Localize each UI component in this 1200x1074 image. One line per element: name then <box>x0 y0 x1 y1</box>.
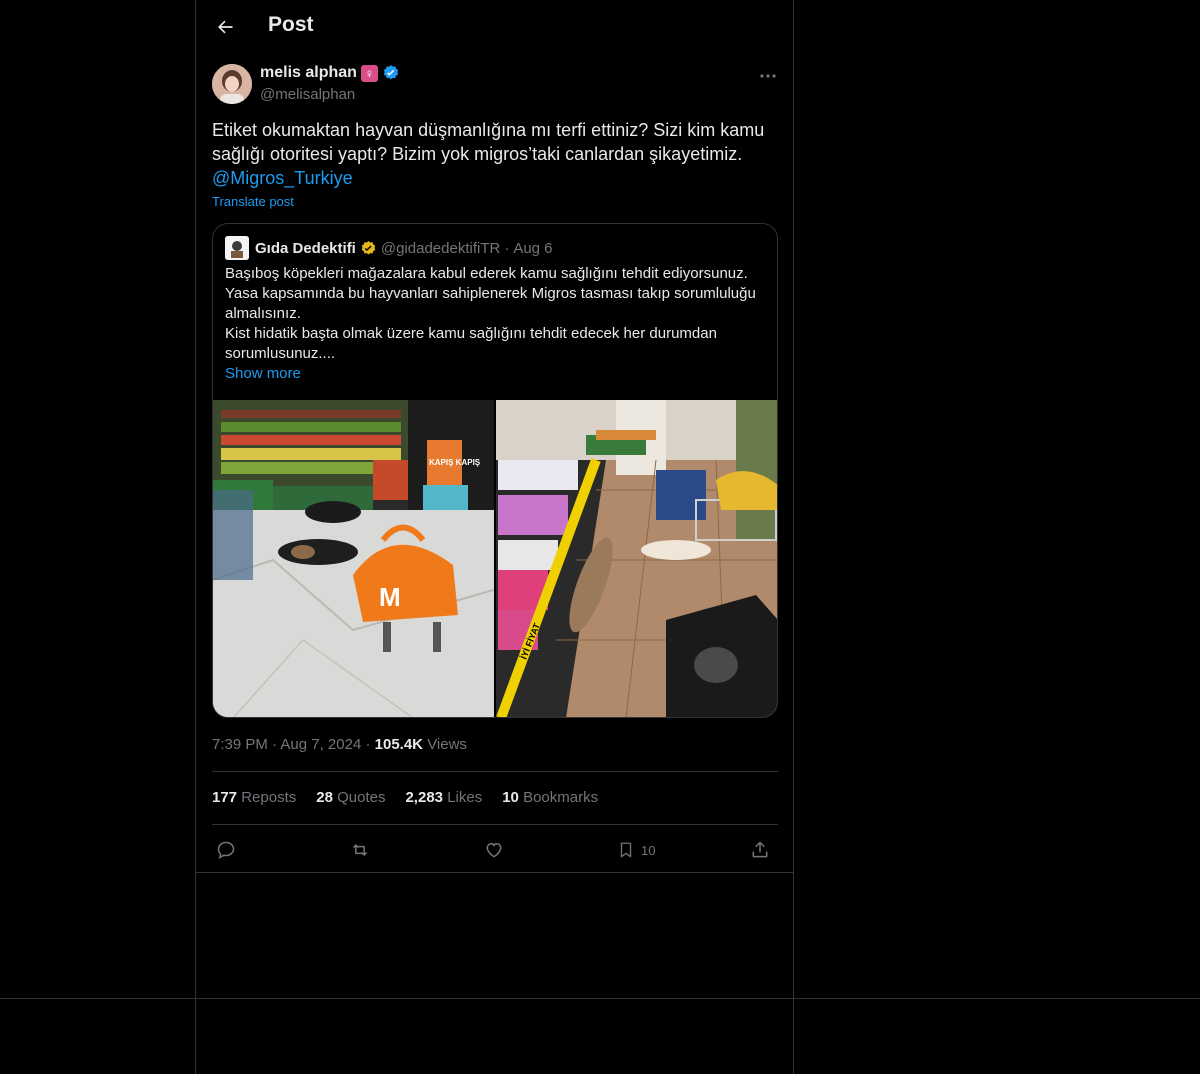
author-handle[interactable]: @melisalphan <box>260 86 355 103</box>
bookmark-icon <box>620 842 632 858</box>
quoted-header: Gıda Dedektifi @gidadedektifiTR · Aug 6 <box>225 236 553 260</box>
divider <box>212 824 778 825</box>
post-time[interactable]: 7:39 PM <box>212 736 268 753</box>
views-label: Views <box>427 736 467 753</box>
action-bar: 10 <box>212 836 778 864</box>
post-meta: 7:39 PM · Aug 7, 2024 · 105.4K Views <box>212 736 467 753</box>
like-button[interactable] <box>484 836 504 864</box>
likes-stat[interactable]: 2,283 Likes <box>405 789 482 806</box>
author-name[interactable]: melis alphan <box>260 64 357 82</box>
meta-dot: · <box>272 736 278 753</box>
sign-text: KAPIŞ KAPIŞ <box>429 458 481 467</box>
likes-count: 2,283 <box>405 789 444 806</box>
post-text: Etiket okumaktan hayvan düşmanlığına mı … <box>212 118 778 190</box>
more-horizontal-icon <box>760 74 776 78</box>
reposts-stat[interactable]: 177 Reposts <box>212 789 296 806</box>
post-body: Etiket okumaktan hayvan düşmanlığına mı … <box>212 120 765 164</box>
bookmarks-label: Bookmarks <box>523 789 599 806</box>
translate-post-link[interactable]: Translate post <box>212 194 294 209</box>
bookmarks-count: 10 <box>502 789 519 806</box>
verified-gold-badge-icon <box>361 240 376 255</box>
meta-dot: · <box>365 736 371 753</box>
divider <box>212 771 778 772</box>
heart-icon <box>486 842 502 858</box>
views-count: 105.4K <box>374 736 424 753</box>
author-avatar[interactable] <box>212 64 252 104</box>
arrow-left-icon <box>218 20 233 34</box>
quoted-dot: · <box>504 239 510 257</box>
page-title: Post <box>268 13 314 36</box>
show-more-link[interactable]: Show more <box>225 365 301 382</box>
bookmark-count: 10 <box>641 842 656 858</box>
quoted-avatar <box>225 236 249 260</box>
quoted-image-2[interactable]: İYİ FİYAT <box>496 400 777 717</box>
post-date[interactable]: Aug 7, 2024 <box>280 736 361 753</box>
reposts-label: Reposts <box>241 789 297 806</box>
reply-button[interactable] <box>216 836 236 864</box>
quoted-name: Gıda Dedektifi <box>255 239 356 257</box>
post-stats: 177 Reposts 28 Quotes 2,283 Likes 10 Boo… <box>212 789 598 806</box>
more-options-button[interactable] <box>756 66 780 86</box>
quoted-date: Aug 6 <box>513 239 553 257</box>
likes-label: Likes <box>447 789 483 806</box>
bookmarks-stat[interactable]: 10 Bookmarks <box>502 789 598 806</box>
back-button[interactable] <box>212 14 238 40</box>
divider <box>196 872 793 873</box>
verified-badge-icon <box>383 65 399 80</box>
repost-icon <box>352 844 368 856</box>
page-header: Post <box>196 0 793 54</box>
share-button[interactable] <box>750 836 770 864</box>
reply-icon <box>217 841 235 860</box>
bottom-divider <box>0 998 1200 999</box>
primary-column: Post melis alphan ♀ @melisalphan Etiket … <box>195 0 794 1074</box>
repost-button[interactable] <box>349 836 371 864</box>
quotes-label: Quotes <box>337 789 386 806</box>
bag-logo-text: M <box>379 582 401 612</box>
author-name-row: melis alphan ♀ <box>260 64 400 82</box>
quotes-stat[interactable]: 28 Quotes <box>316 789 385 806</box>
female-sign-emoji: ♀ <box>360 64 378 82</box>
quoted-image-1[interactable]: M KAPIŞ KAPIŞ <box>213 400 494 717</box>
quotes-count: 28 <box>316 789 333 806</box>
quoted-handle: @gidadedektifiTR <box>380 239 501 257</box>
reposts-count: 177 <box>212 789 238 806</box>
quoted-post[interactable]: Gıda Dedektifi @gidadedektifiTR · Aug 6 … <box>212 223 778 718</box>
share-icon <box>752 841 768 858</box>
bookmark-button[interactable]: 10 <box>617 836 655 864</box>
mention-link[interactable]: @Migros_Turkiye <box>212 166 778 190</box>
quoted-text: Başıboş köpekleri mağazalara kabul edere… <box>225 265 756 362</box>
